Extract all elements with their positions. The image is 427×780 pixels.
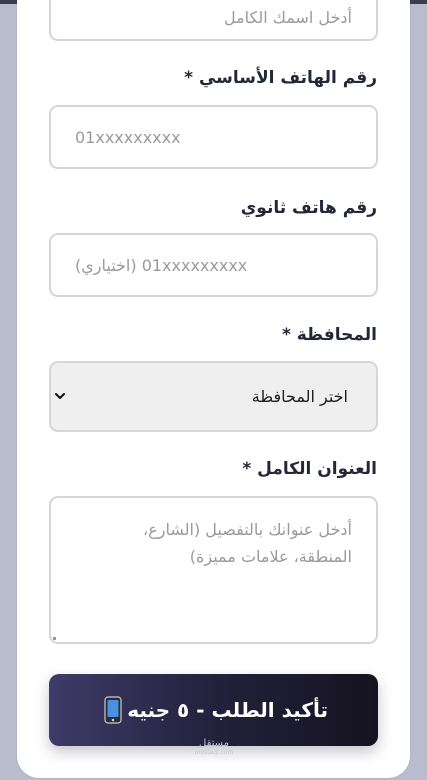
mobile-phone-icon [104, 696, 122, 724]
address-placeholder: أدخل عنوانك بالتفصيل (الشارع، المنطقة، ع… [143, 520, 352, 566]
watermark-text: مستقل [199, 738, 229, 749]
governorate-label: المحافظة * [281, 325, 377, 345]
full-name-placeholder: أدخل اسمك الكامل [223, 8, 352, 27]
primary-phone-label: رقم الهاتف الأساسي * [184, 68, 377, 88]
chevron-down-icon [55, 393, 65, 399]
secondary-phone-placeholder: 01xxxxxxxxx (اختياري) [75, 255, 248, 275]
watermark-subtext: mostaql.com [194, 749, 234, 756]
primary-phone-input[interactable]: 01xxxxxxxxx [49, 105, 378, 169]
governorate-selected-value: اختر المحافظة [251, 387, 348, 406]
full-name-input[interactable]: أدخل اسمك الكامل [49, 0, 378, 41]
primary-phone-placeholder: 01xxxxxxxxx [75, 127, 181, 147]
watermark-logo: مستقل mostaql.com [188, 738, 240, 756]
governorate-select[interactable]: اختر المحافظة [49, 361, 378, 432]
secondary-phone-label: رقم هاتف ثانوي [240, 198, 377, 218]
secondary-phone-input[interactable]: 01xxxxxxxxx (اختياري) [49, 233, 378, 297]
resize-handle[interactable] [53, 637, 56, 640]
confirm-order-label: تأكيد الطلب - ٥ جنيه [127, 698, 328, 722]
address-textarea[interactable]: أدخل عنوانك بالتفصيل (الشارع، المنطقة، ع… [49, 496, 378, 644]
address-label: العنوان الكامل * [242, 459, 377, 479]
confirm-order-button[interactable]: تأكيد الطلب - ٥ جنيه [49, 674, 378, 746]
